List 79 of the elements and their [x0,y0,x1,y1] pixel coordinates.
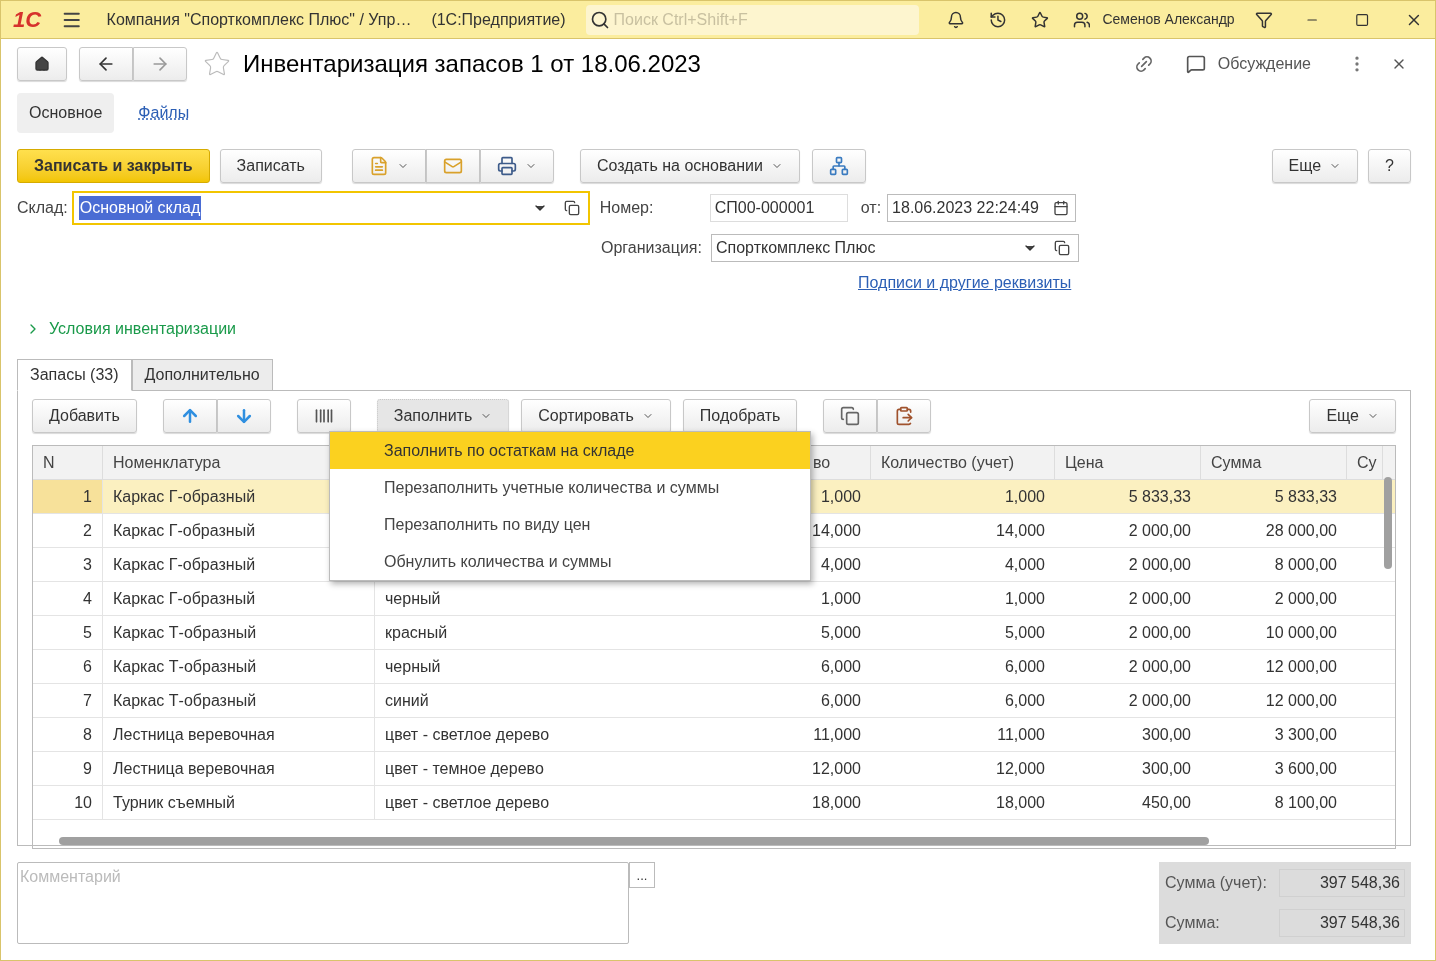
table-cell-text: 2 000,00 [1128,622,1191,643]
table-cell-text: 1,000 [820,486,861,507]
table-cell-text: 6,000 [1004,656,1045,677]
total-value: 397 548,36 [1279,909,1405,937]
table-cell-text: 2 000,00 [1274,588,1337,609]
table-cell-text: 8 100,00 [1274,792,1337,813]
table-cell-text: 4,000 [820,554,861,575]
field-label: Склад: [17,198,68,218]
table-cell-text: 28 000,00 [1265,520,1337,541]
table-cell-text: 9 [83,758,92,779]
table-cell-text: 450,00 [1142,792,1191,813]
table-cell-text: 18,000 [996,792,1045,813]
table-cell-text: 11,000 [813,724,861,745]
table-cell-text: 4,000 [1004,554,1045,575]
table-cell-text: Каркас Г-образный [113,486,256,507]
total-value: 397 548,36 [1279,869,1405,897]
table-cell-text: Каркас Т-образный [113,622,257,643]
table-cell-text: черный [385,656,441,677]
table-cell-text: 6,000 [820,656,861,677]
table-cell-text: Турник съемный [113,792,235,813]
table-cell-text: Каркас Г-образный [113,520,256,541]
table-cell-text: 11,000 [997,724,1045,745]
table-cell-text: 300,00 [1142,724,1191,745]
table-cell-text: 12 000,00 [1265,690,1337,711]
table-cell-text: 12,000 [812,758,861,779]
table-cell-text: цвет - темное дерево [385,758,544,779]
table-cell-text: черный [385,588,441,609]
table-cell-text: 2 000,00 [1128,588,1191,609]
table-cell-text: 7 [83,690,92,711]
table-cell-text: 8 000,00 [1274,554,1337,575]
table-cell-text: цвет - светлое дерево [385,792,550,813]
table-cell-text: 3 [83,554,92,575]
table-cell-text: синий [385,690,429,711]
table-cell-text: 14,000 [812,520,861,541]
table-cell-text: 2 000,00 [1128,520,1191,541]
table-cell-text: Каркас Г-образный [113,554,256,575]
table-cell-text: Каркас Г-образный [113,588,256,609]
table-cell-text: 2 000,00 [1128,690,1191,711]
table-cell-text: 1,000 [820,588,861,609]
document-title: Инвентаризация запасов 1 от 18.06.2023 [243,49,701,79]
table-cell-text: 8 [83,724,92,745]
table-cell-text: 1,000 [1004,486,1045,507]
table-cell-text: Лестница веревочная [113,724,275,745]
table-cell-text: цвет - светлое дерево [385,724,550,745]
field-label: Номер: [599,198,655,218]
table-cell-text: 12 000,00 [1265,656,1337,677]
table-cell-text: 3 600,00 [1274,758,1337,779]
table-cell-text: 6 [83,656,92,677]
table-cell-text: 2 [83,520,92,541]
table-cell-text: 5,000 [1004,622,1045,643]
table-cell-text: 300,00 [1142,758,1191,779]
table-cell-text: Каркас Т-образный [113,656,257,677]
table-cell-text: 4 [83,588,92,609]
table-cell-text: 2 000,00 [1128,656,1191,677]
table-cell-text: 5,000 [820,622,861,643]
total-label: Сумма: [1165,913,1221,933]
table-cell-text: 5 [83,622,92,643]
table-cell-text: Лестница веревочная [113,758,275,779]
logo: 1С [13,6,42,34]
table-cell-text: 1,000 [1004,588,1045,609]
table-cell-text: 6,000 [820,690,861,711]
window-title: Компания "Спорткомплекс Плюс" / Упр… [106,9,412,30]
table-cell-text: 10 000,00 [1265,622,1337,643]
table-cell-text: 2 000,00 [1128,554,1191,575]
field-label: от: [860,198,882,218]
table-cell-text: Каркас Т-образный [113,690,257,711]
table-cell-text: красный [385,622,448,643]
table-cell-text: 12,000 [996,758,1045,779]
table-cell-text: 1 [83,486,92,507]
table-cell-text: 18,000 [812,792,861,813]
field-label: Организация: [601,238,703,258]
total-label: Сумма (учет): [1165,873,1268,893]
table-cell-text: 5 833,33 [1128,486,1191,507]
table-cell-text: 3 300,00 [1274,724,1337,745]
table-cell-text: 14,000 [996,520,1045,541]
table-cell-text: 6,000 [1004,690,1045,711]
table-cell-text: 10 [74,792,92,813]
app-name: (1С:Предприятие) [431,9,566,30]
table-cell-text: 5 833,33 [1274,486,1337,507]
